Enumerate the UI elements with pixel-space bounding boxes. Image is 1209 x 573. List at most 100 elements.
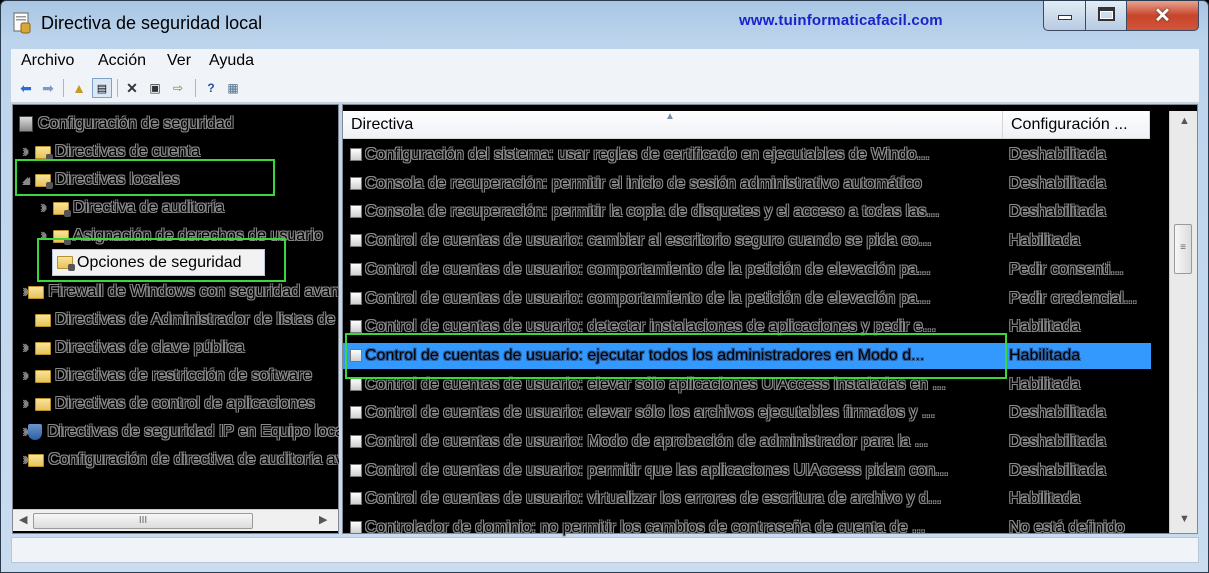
column-header-configuracion[interactable]: Configuración ...: [1003, 111, 1150, 139]
tree-root[interactable]: Configuración de seguridad: [19, 113, 234, 135]
tree-item-firewall[interactable]: › Firewall de Windows con seguridad avan…: [23, 281, 339, 303]
policy-name: Control de cuentas de usuario: Modo de a…: [365, 433, 929, 450]
close-icon: ✕: [1154, 5, 1171, 27]
extended-view-icon[interactable]: ▦: [223, 78, 243, 98]
folder-icon: [35, 397, 51, 411]
policy-setting: Habilitada: [1009, 490, 1081, 508]
policy-setting: Pedir consenti...: [1009, 260, 1124, 278]
folder-icon: [35, 313, 51, 327]
menu-ayuda[interactable]: Ayuda: [209, 52, 254, 70]
policy-name: Consola de recuperación: permitir la cop…: [365, 203, 940, 221]
toolbar-separator: [195, 79, 196, 97]
list-header: Directiva ▲ Configuración ...: [343, 111, 1150, 139]
policy-icon: [350, 291, 362, 305]
maximize-button[interactable]: [1085, 1, 1127, 31]
policy-setting: Deshabilitada: [1009, 433, 1106, 450]
policy-list-pane[interactable]: Directiva ▲ Configuración ... Configurac…: [342, 104, 1198, 537]
tree-item-directiva-auditoria[interactable]: › Directiva de auditoría: [41, 197, 224, 219]
watermark-url: www.tuinformaticafacil.com: [739, 12, 943, 29]
policy-row[interactable]: Control de cuentas de usuario: permitir …: [343, 458, 1151, 484]
expand-chevron-icon[interactable]: ›: [23, 395, 35, 413]
status-bar: [11, 537, 1199, 563]
policy-name: Controlador de dominio: no permitir los …: [365, 519, 926, 537]
tree-item-auditoria-avanzada[interactable]: › Configuración de directiva de auditorí…: [23, 449, 339, 471]
policy-name: Control de cuentas de usuario: comportam…: [365, 289, 931, 307]
highlight-box-selected-row: [345, 333, 1007, 379]
minimize-icon: [1058, 15, 1072, 20]
scroll-down-icon[interactable]: ▼: [1179, 513, 1190, 525]
tree-item-label: Directiva de auditoría: [73, 199, 225, 216]
up-folder-icon[interactable]: ▲: [69, 78, 89, 98]
help-icon[interactable]: ?: [201, 78, 221, 98]
minimize-button[interactable]: [1043, 1, 1086, 31]
title-bar[interactable]: Directiva de seguridad local www.tuinfor…: [1, 1, 1208, 45]
policy-name: Control de cuentas de usuario: cambiar a…: [365, 232, 932, 250]
menu-ver[interactable]: Ver: [167, 52, 191, 70]
export-list-icon[interactable]: ⇨: [168, 78, 188, 98]
properties-icon[interactable]: ▣: [145, 78, 165, 98]
tree-item-label: Firewall de Windows con seguridad avanza…: [48, 283, 339, 300]
expand-chevron-icon[interactable]: ›: [23, 367, 35, 385]
policy-row[interactable]: Control de cuentas de usuario: comportam…: [343, 286, 1151, 312]
policy-setting: Deshabilitada: [1009, 146, 1106, 163]
policy-row[interactable]: Control de cuentas de usuario: Modo de a…: [343, 429, 1151, 455]
ip-security-shield-icon: [28, 424, 43, 440]
policy-row[interactable]: Consola de recuperación: permitir la cop…: [343, 199, 1151, 225]
scroll-up-icon[interactable]: ▲: [1179, 115, 1190, 127]
scroll-right-icon[interactable]: ▶: [319, 513, 327, 526]
policy-row[interactable]: Control de cuentas de usuario: cambiar a…: [343, 228, 1151, 254]
policy-icon: [350, 435, 362, 448]
security-policy-app-icon: [13, 12, 31, 34]
policy-setting: Habilitada: [1009, 232, 1081, 250]
menu-bar: Archivo Acción Ver Ayuda: [11, 49, 1199, 73]
menu-accion[interactable]: Acción: [98, 52, 146, 70]
menu-archivo[interactable]: Archivo: [21, 52, 74, 70]
policy-setting: Deshabilitada: [1009, 461, 1106, 479]
policy-icon: [350, 406, 362, 420]
scroll-left-icon[interactable]: ◀: [19, 513, 27, 526]
tree-item-seguridad-ip[interactable]: › Directivas de seguridad IP en Equipo l…: [23, 421, 339, 443]
policy-icon: [350, 205, 362, 219]
policy-row[interactable]: Configuración del sistema: usar reglas d…: [343, 142, 1151, 168]
policy-name: Control de cuentas de usuario: elevar só…: [365, 404, 936, 422]
expand-chevron-icon[interactable]: ›: [41, 199, 53, 217]
policy-setting: Habilitada: [1009, 346, 1081, 364]
policy-name: Control de cuentas de usuario: comportam…: [365, 260, 931, 278]
tree-item-admin-listas-redes[interactable]: Directivas de Administrador de listas de…: [35, 309, 339, 331]
delete-icon[interactable]: ✕: [122, 78, 142, 98]
policy-setting: Pedir credencial...: [1009, 289, 1138, 307]
expand-chevron-icon[interactable]: ›: [23, 339, 35, 357]
back-arrow-icon[interactable]: ⬅: [16, 78, 36, 98]
policy-row[interactable]: Consola de recuperación: permitir el ini…: [343, 171, 1151, 197]
folder-icon: [28, 453, 45, 467]
policy-name: Control de cuentas de usuario: permitir …: [365, 461, 949, 479]
tree-item-label: Directivas de seguridad IP en Equipo loc…: [47, 423, 339, 440]
policy-row[interactable]: Control de cuentas de usuario: virtualiz…: [343, 486, 1151, 512]
tree-item-label: Configuración de directiva de auditoría …: [48, 451, 339, 468]
show-hide-tree-icon[interactable]: ▤: [92, 78, 112, 98]
highlight-box-directivas-locales: [15, 159, 275, 196]
tree-item-clave-publica[interactable]: › Directivas de clave pública: [23, 337, 244, 359]
sort-ascending-icon: ▲: [665, 111, 675, 122]
folder-icon: [35, 145, 53, 161]
forward-arrow-icon[interactable]: ➡: [38, 78, 58, 98]
scrollbar-thumb[interactable]: ≡: [1174, 224, 1192, 274]
tree-horizontal-scrollbar[interactable]: ◀ III ▶: [13, 509, 338, 531]
policy-icon: [350, 492, 362, 506]
folder-icon: [53, 201, 71, 217]
toolbar-separator: [117, 79, 118, 97]
security-config-icon: [19, 116, 33, 132]
policy-setting: Deshabilitada: [1009, 404, 1106, 422]
policy-setting: Habilitada: [1009, 318, 1081, 336]
policy-name: Control de cuentas de usuario: virtualiz…: [365, 490, 942, 508]
highlight-box-opciones-seguridad: [37, 238, 286, 282]
tree-item-restriccion-software[interactable]: › Directivas de restricción de software: [23, 365, 339, 387]
tree-item-control-aplicaciones[interactable]: › Directivas de control de aplicaciones: [23, 393, 339, 415]
policy-icon: [350, 320, 362, 334]
policy-row[interactable]: Control de cuentas de usuario: comportam…: [343, 257, 1151, 283]
list-vertical-scrollbar[interactable]: ▲ ≡ ▼: [1169, 111, 1197, 533]
policy-row[interactable]: Control de cuentas de usuario: elevar só…: [343, 400, 1151, 426]
scrollbar-thumb[interactable]: III: [33, 513, 253, 529]
close-button[interactable]: ✕: [1126, 1, 1199, 31]
policy-setting: Deshabilitada: [1009, 203, 1106, 221]
